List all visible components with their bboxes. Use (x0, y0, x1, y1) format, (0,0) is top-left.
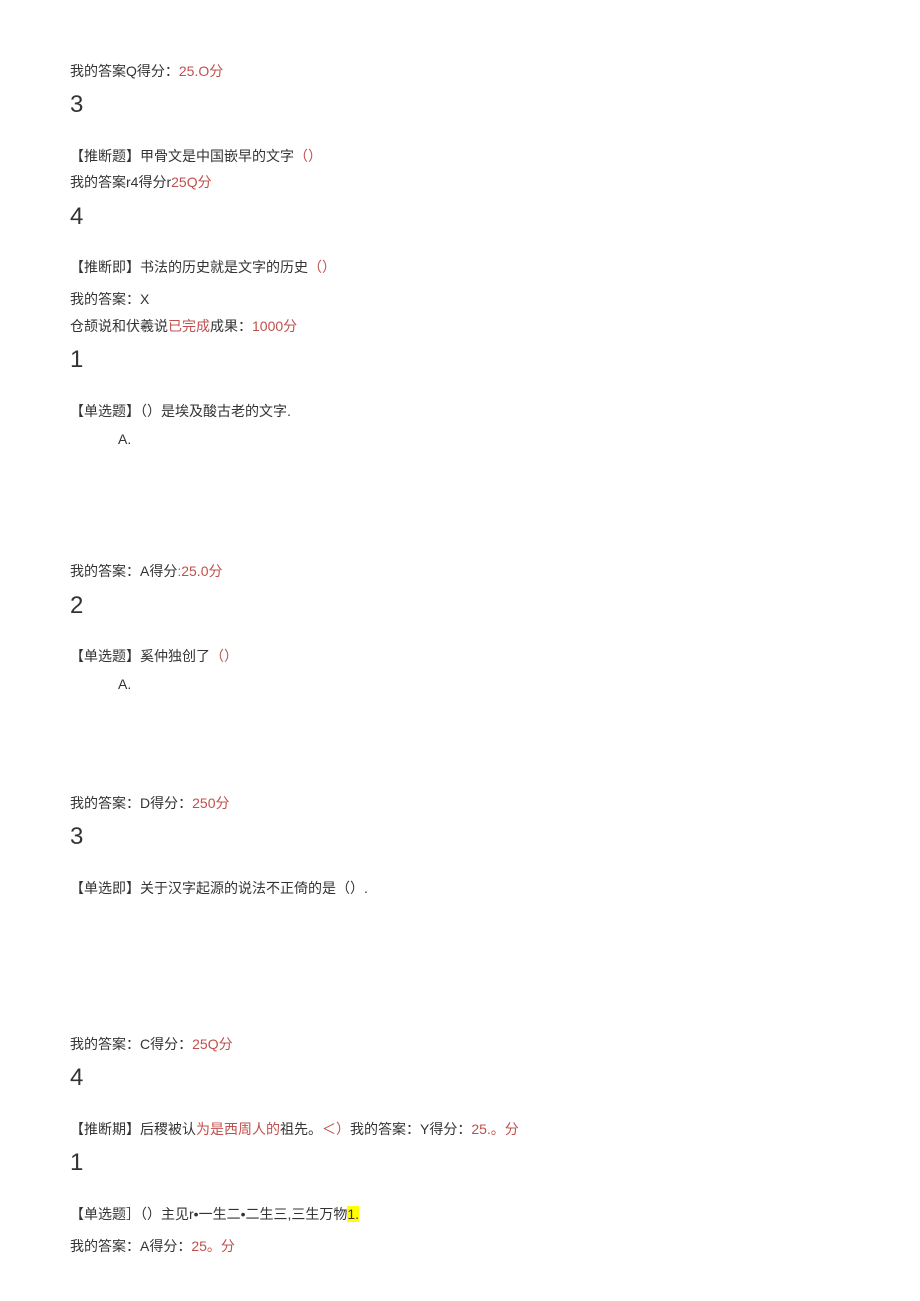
question-number: 2 (70, 587, 850, 625)
question-text: 【单选题】奚仲独创了（） (70, 645, 850, 667)
question-paren: （） (294, 148, 322, 164)
question-text: 【单选即】关于汉字起源的说法不正倚的是（）. (70, 877, 850, 899)
answer-line: 我的答案：X (70, 288, 850, 310)
answer-line: 我的答案：D得分：250分 (70, 792, 850, 814)
question-body: 【单选题】奚仲独创了 (70, 648, 210, 664)
option-label: A. (118, 428, 850, 450)
question-body: 【推断题】甲骨文是中国嵌早的文字 (70, 148, 294, 164)
answer-score: 25Q分 (171, 174, 211, 190)
question-highlight: 1. (347, 1206, 359, 1222)
question-body-b: 祖先。 (280, 1121, 322, 1137)
question-body-red: 为是西周人的 (196, 1121, 280, 1137)
answer-score: 25Q分 (192, 1036, 232, 1052)
answer-prefix: 我的答案r4得分r (70, 174, 171, 190)
question-paren: ＜） (322, 1121, 350, 1137)
answer-score: 25.O分 (179, 63, 223, 79)
answer-score: :25.0分 (177, 563, 222, 579)
answer-line: 我的答案：C得分：25Q分 (70, 1033, 850, 1055)
question-body: 【单选题］（）主见r•一生二•二生三,三生万物 (70, 1206, 347, 1222)
question-number: 1 (70, 341, 850, 379)
question-number: 3 (70, 86, 850, 124)
question-paren: （） (308, 259, 336, 275)
question-text: 【推断期】后稷被认为是西周人的祖先。＜）我的答案：Y得分：25.。分 (70, 1118, 850, 1140)
answer-score: 25。分 (191, 1238, 235, 1254)
question-body-a: 【推断期】后稷被认 (70, 1121, 196, 1137)
answer-prefix: 我的答案：A得分： (70, 1238, 191, 1254)
option-label: A. (118, 673, 850, 695)
status-score: 1000分 (252, 318, 297, 334)
question-number: 3 (70, 818, 850, 856)
answer-line: 我的答案Q得分：25.O分 (70, 60, 850, 82)
question-paren: （） (210, 648, 238, 664)
status-line: 仓颉说和伏羲说已完成成果：1000分 (70, 315, 850, 337)
question-text: 【单选题］（）主见r•一生二•二生三,三生万物1. (70, 1203, 850, 1225)
status-a: 仓颉说和伏羲说 (70, 318, 168, 334)
answer-prefix: 我的答案Q得分： (70, 63, 179, 79)
answer-line: 我的答案：A得分：25。分 (70, 1235, 850, 1257)
question-number: 4 (70, 198, 850, 236)
question-text: 【推断即】书法的历史就是文字的历史（） (70, 256, 850, 278)
answer-score: 250分 (192, 795, 229, 811)
question-text: 【单选题】（）是埃及酸古老的文字. (70, 400, 850, 422)
answer-line: 我的答案r4得分r25Q分 (70, 171, 850, 193)
answer-prefix: 我的答案：A得分 (70, 563, 177, 579)
answer-prefix: 我的答案：D得分： (70, 795, 192, 811)
question-number: 1 (70, 1144, 850, 1182)
answer-prefix: 我的答案：Y得分： (350, 1121, 471, 1137)
answer-prefix: 我的答案：C得分： (70, 1036, 192, 1052)
question-number: 4 (70, 1059, 850, 1097)
answer-score: 25.。分 (471, 1121, 518, 1137)
question-text: 【推断题】甲骨文是中国嵌早的文字（） (70, 145, 850, 167)
answer-line: 我的答案：A得分:25.0分 (70, 560, 850, 582)
status-completed: 已完成 (168, 318, 210, 334)
question-body: 【推断即】书法的历史就是文字的历史 (70, 259, 308, 275)
status-b: 成果： (210, 318, 252, 334)
